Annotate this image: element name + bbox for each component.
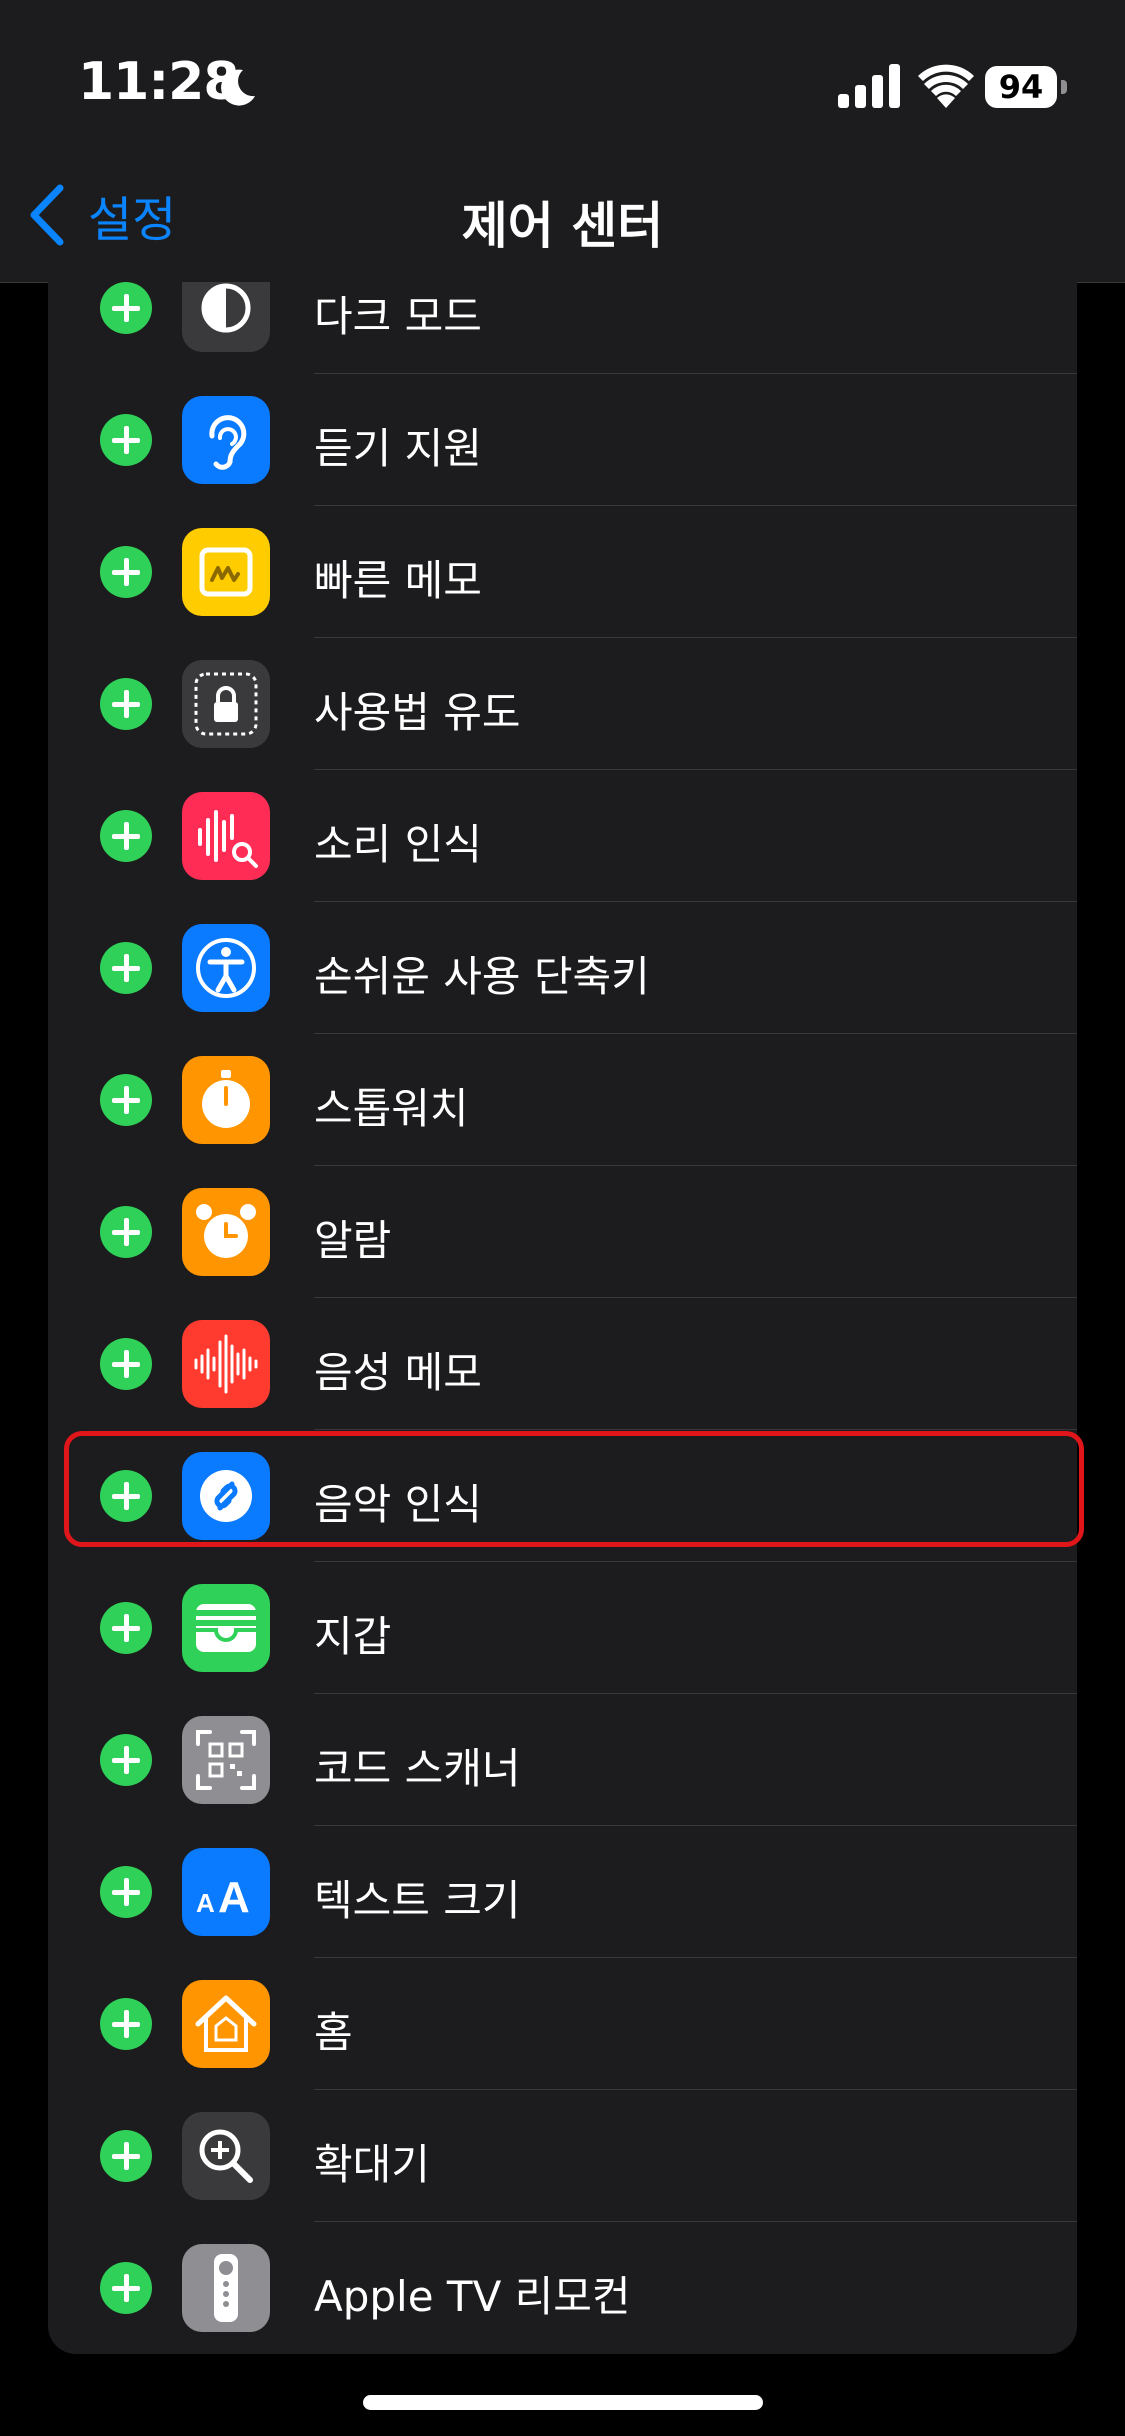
list-item-label: 듣기 지원 xyxy=(314,424,482,473)
add-button[interactable] xyxy=(100,1602,152,1654)
add-button[interactable] xyxy=(100,1866,152,1918)
magnifier-icon xyxy=(182,2112,270,2200)
list-item-label: 알람 xyxy=(314,1216,392,1265)
voice-memo-icon xyxy=(182,1320,270,1408)
list-item: 손쉬운 사용 단축키 xyxy=(48,902,1077,1034)
list-item-label: 사용법 유도 xyxy=(314,688,521,737)
list-item-label: 손쉬운 사용 단축키 xyxy=(314,952,650,1001)
list-item: 홈 xyxy=(48,1958,1077,2090)
list-item: 듣기 지원 xyxy=(48,374,1077,506)
add-button[interactable] xyxy=(100,1074,152,1126)
alarm-icon xyxy=(182,1188,270,1276)
page-title: 제어 센터 xyxy=(461,197,664,255)
list-item: 음성 메모 xyxy=(48,1298,1077,1430)
list-item-label: Apple TV 리모컨 xyxy=(314,2272,631,2321)
add-button[interactable] xyxy=(100,2130,152,2182)
list-item-label: 소리 인식 xyxy=(314,820,482,869)
battery-level: 94 xyxy=(985,66,1057,108)
hearing-icon xyxy=(182,396,270,484)
add-button[interactable] xyxy=(100,546,152,598)
list-item: AA 텍스트 크기 xyxy=(48,1826,1077,1958)
list-item-label: 스톱워치 xyxy=(314,1084,469,1133)
list-item-label: 다크 모드 xyxy=(314,292,482,341)
home-indicator xyxy=(363,2395,763,2410)
svg-text:A: A xyxy=(218,1873,250,1922)
guided-access-icon xyxy=(182,660,270,748)
list-item: 확대기 xyxy=(48,2090,1077,2222)
wifi-icon xyxy=(918,64,974,108)
more-controls-list: 다크 모드 듣기 지원 빠른 메모 사용법 유도 소리 인식 손쉬운 사용 단축… xyxy=(48,282,1077,2354)
list-item: 알람 xyxy=(48,1166,1077,1298)
cellular-signal-icon xyxy=(838,64,900,108)
list-item-label: 빠른 메모 xyxy=(314,556,482,605)
moon-icon xyxy=(221,69,255,106)
list-item: 빠른 메모 xyxy=(48,506,1077,638)
add-button[interactable] xyxy=(100,1206,152,1258)
sound-recognition-icon xyxy=(182,792,270,880)
add-button[interactable] xyxy=(100,414,152,466)
list-item-label: 지갑 xyxy=(314,1612,392,1661)
list-item: 코드 스캐너 xyxy=(48,1694,1077,1826)
home-icon xyxy=(182,1980,270,2068)
svg-text:A: A xyxy=(196,1888,215,1918)
add-button[interactable] xyxy=(100,1998,152,2050)
text-size-icon: AA xyxy=(182,1848,270,1936)
wallet-icon xyxy=(182,1584,270,1672)
list-item: 소리 인식 xyxy=(48,770,1077,902)
add-button[interactable] xyxy=(100,942,152,994)
highlight-box xyxy=(64,1431,1084,1547)
apple-tv-remote-icon xyxy=(182,2244,270,2332)
quick-note-icon xyxy=(182,528,270,616)
list-item: Apple TV 리모컨 xyxy=(48,2222,1077,2354)
code-scanner-icon xyxy=(182,1716,270,1804)
status-bar: 11:28 94 xyxy=(0,0,1125,180)
add-button[interactable] xyxy=(100,1338,152,1390)
add-button[interactable] xyxy=(100,1734,152,1786)
add-button[interactable] xyxy=(100,282,152,334)
add-button[interactable] xyxy=(100,678,152,730)
list-item: 다크 모드 xyxy=(48,282,1077,374)
add-button[interactable] xyxy=(100,810,152,862)
list-item-label: 음성 메모 xyxy=(314,1348,482,1397)
list-item: 스톱워치 xyxy=(48,1034,1077,1166)
add-button[interactable] xyxy=(100,2262,152,2314)
list-item-label: 홈 xyxy=(314,2008,353,2057)
stopwatch-icon xyxy=(182,1056,270,1144)
dark-mode-icon xyxy=(182,282,270,352)
list-item: 지갑 xyxy=(48,1562,1077,1694)
list-item-label: 코드 스캐너 xyxy=(314,1744,521,1793)
list-item: 사용법 유도 xyxy=(48,638,1077,770)
battery-icon: 94 xyxy=(985,66,1069,108)
accessibility-shortcut-icon xyxy=(182,924,270,1012)
list-item-label: 텍스트 크기 xyxy=(314,1876,521,1925)
list-item-label: 확대기 xyxy=(314,2140,430,2189)
